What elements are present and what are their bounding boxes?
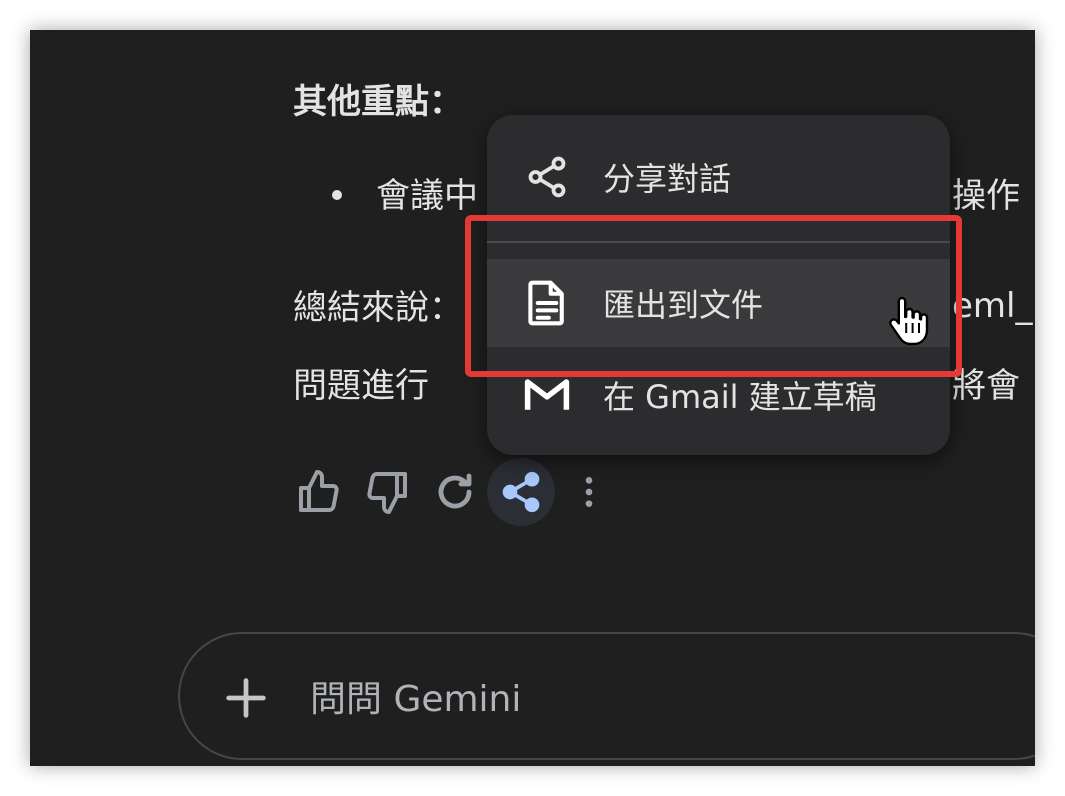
regenerate-icon [438, 473, 472, 509]
gemini-window: 其他重點： 會議中 操作 總結來說： eml_ 問題進行 將會 分享對話 匯出到… [30, 30, 1035, 766]
summary-line-2: 問題進行 [293, 366, 429, 406]
plus-icon[interactable] [220, 672, 272, 724]
regenerate-button[interactable] [421, 458, 489, 526]
share-button[interactable] [487, 458, 555, 526]
share-icon [523, 153, 571, 201]
prompt-input[interactable] [308, 668, 1012, 730]
hand-cursor-icon [886, 295, 930, 351]
thumbs-down-button[interactable] [353, 458, 421, 526]
more-vert-icon [585, 477, 593, 507]
thumbs-down-icon [367, 472, 407, 514]
summary-line-1-tail: eml_ [952, 286, 1033, 326]
prompt-bar [178, 632, 1035, 760]
menu-item-share-conversation[interactable]: 分享對話 [487, 133, 950, 221]
section-heading: 其他重點： [293, 82, 463, 122]
more-options-button[interactable] [555, 458, 623, 526]
bullet-point [332, 190, 342, 200]
bullet-text-tail: 操作 [952, 176, 1020, 216]
thumbs-up-icon [299, 470, 339, 512]
bullet-text: 會議中 [376, 176, 478, 216]
summary-line-1: 總結來說： [293, 288, 463, 328]
share-icon [502, 471, 540, 513]
menu-item-label: 分享對話 [603, 160, 732, 198]
gmail-icon [523, 371, 571, 419]
menu-item-label: 在 Gmail 建立草稿 [603, 378, 877, 416]
summary-line-2-tail: 將會 [952, 366, 1020, 406]
thumbs-up-button[interactable] [285, 458, 353, 526]
